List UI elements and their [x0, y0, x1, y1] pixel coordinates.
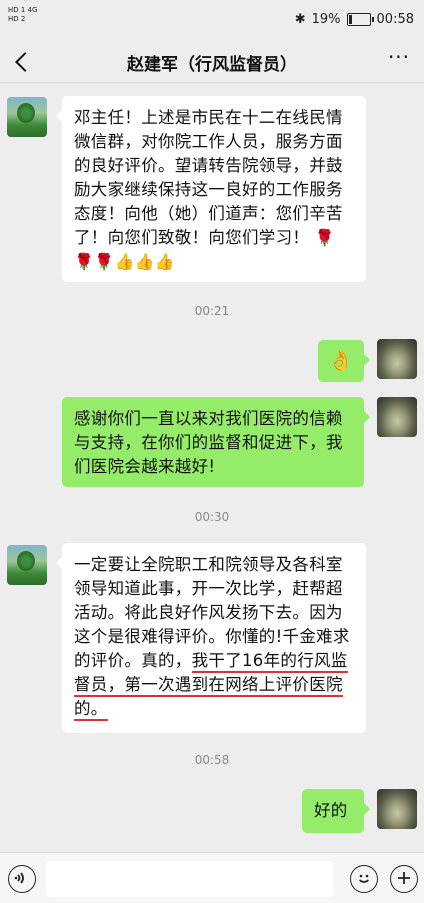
plus-glyph — [398, 872, 410, 884]
message-timestamp: 00:30 — [194, 510, 230, 524]
chat-header: 赵建军（行风监督员） ··· — [0, 40, 424, 82]
message-bubble-outgoing[interactable]: 感谢你们一直以来对我们医院的信赖与支持，在你们的监督和促进下，我们医院会越来越好… — [62, 397, 370, 487]
avatar-contact[interactable] — [7, 97, 47, 137]
battery-icon — [346, 13, 374, 26]
sim1-label: HD 1 4G — [8, 6, 38, 14]
status-right: ✱ 19% 00:58 — [295, 12, 414, 27]
ok-hand-emoji: 👌 — [328, 348, 354, 372]
more-icon[interactable]: ··· — [384, 46, 414, 76]
battery-level — [348, 15, 352, 24]
sim2-label: HD 2 — [8, 15, 26, 23]
message-text: 邓主任！上述是市民在十二在线民情微信群，对你院工作人员，服务方面的良好评价。望请… — [74, 108, 343, 247]
message-timestamp: 00:58 — [194, 753, 230, 767]
status-time: 00:58 — [376, 12, 414, 27]
message-input[interactable] — [46, 861, 333, 897]
message-bubble-incoming[interactable]: 邓主任！上述是市民在十二在线民情微信群，对你院工作人员，服务方面的良好评价。望请… — [56, 96, 366, 282]
header-divider — [0, 82, 424, 83]
message-bubble-outgoing[interactable]: 👌 — [318, 340, 370, 382]
message-text: 好的 — [314, 801, 348, 820]
avatar-self[interactable] — [377, 397, 417, 437]
message-bubble-incoming[interactable]: 一定要让全院职工和院领导及各科室领导知道此事，开一次比学，赶帮超活动。将此良好作… — [56, 543, 366, 733]
voice-icon[interactable] — [8, 865, 36, 893]
signal-indicators: HD 1 4G HD 2 — [8, 6, 41, 24]
message-bubble-outgoing[interactable]: 好的 — [302, 789, 370, 833]
avatar-contact[interactable] — [7, 545, 47, 585]
voice-glyph — [14, 872, 24, 884]
avatar-self[interactable] — [377, 339, 417, 379]
message-timestamp: 00:21 — [194, 304, 230, 318]
message-text: 感谢你们一直以来对我们医院的信赖与支持，在你们的监督和促进下，我们医院会越来越好… — [74, 409, 343, 476]
status-bar: HD 1 4G HD 2 ✱ 19% 00:58 — [0, 0, 424, 40]
emoji-icon[interactable] — [350, 865, 378, 893]
emoji-glyph — [358, 874, 370, 883]
avatar-self[interactable] — [377, 789, 417, 829]
input-bar — [0, 852, 424, 903]
bluetooth-icon: ✱ — [294, 12, 306, 27]
chat-title: 赵建军（行风监督员） — [127, 55, 297, 75]
plus-icon[interactable] — [390, 865, 418, 893]
battery-percent: 19% — [311, 12, 341, 27]
